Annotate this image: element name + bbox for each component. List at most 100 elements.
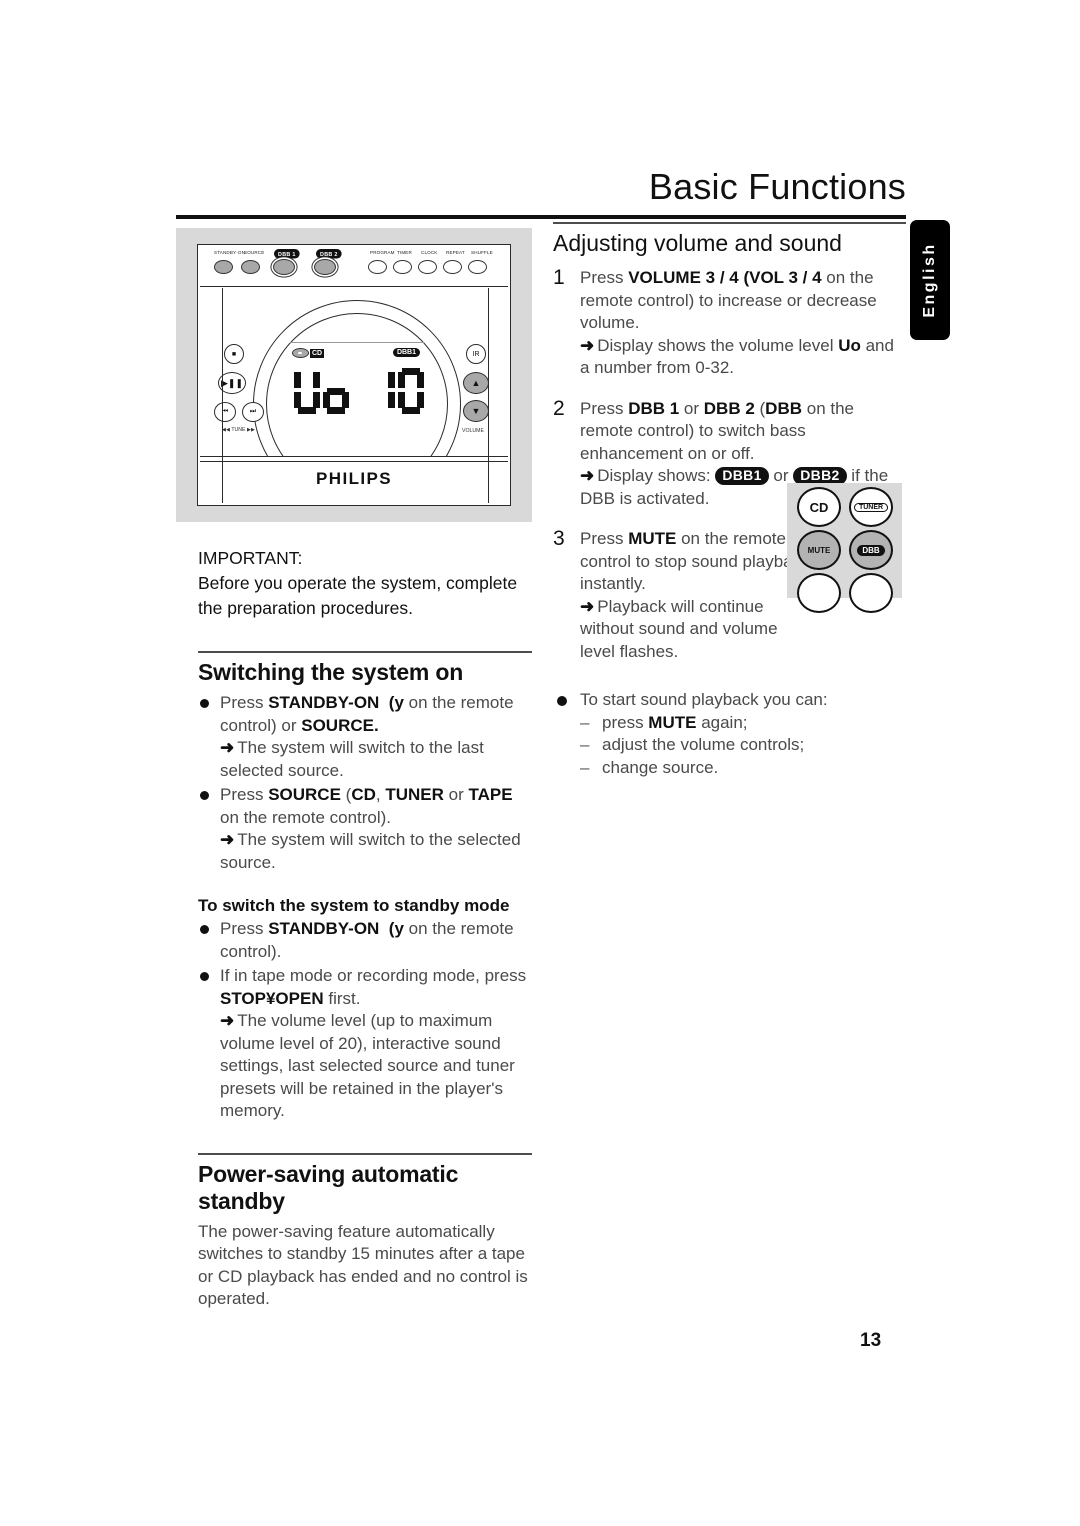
text-run: Display shows: [597,466,716,485]
heading-power-saving: Power-saving automatic standby [198,1160,459,1214]
lcd-seg-char-4 [398,368,424,414]
text-run: first. [323,988,361,1008]
text-run: ( [340,785,352,804]
unit-volume-down-button: ▼ [463,400,489,422]
unit-button-standby-on [214,260,233,274]
arrow-icon: ➜ [220,1011,235,1030]
unit-button-shuffle [468,260,487,274]
keyword-mute: MUTE [628,529,677,548]
left-column: STANDBY·ON SOURCE DBB 1 DBB 2 PROGRAM TI… [176,228,532,1311]
page-number: 13 [860,1330,882,1351]
unit-label-program: PROGRAM [370,250,395,256]
text-run: 3 / 4 ( [700,268,750,287]
unit-label-repeat: REPEAT [446,250,465,256]
unit-label-timer: TIMER [397,250,412,256]
unit-seam-right [488,288,490,456]
dash-icon: – [580,735,590,754]
section-rule-power-saving [198,1152,532,1155]
text-run: The system will switch to the last selec… [220,738,484,780]
text-run: , [375,785,386,804]
text-run: or [679,398,704,418]
unit-stop-button: ■ [224,344,244,364]
text-run: The system will switch to the selected s… [220,830,521,872]
lcd-source-label: CD [310,348,325,358]
text-run: ( [754,398,766,418]
standby-mode-content: Press STANDBY-ON (y on the remote contro… [176,918,532,1123]
text-run: Press [220,919,269,938]
step-number: 1 [553,266,565,289]
keyword-tape: TAPE [468,785,513,804]
text-run: change source. [602,757,719,777]
remote-dbb-button: DBB [849,530,893,570]
important-text: Before you operate the system, complete … [198,573,518,618]
unit-button-timer [393,260,412,274]
section-rule-adjusting-volume [553,222,906,224]
important-block: IMPORTANT: Before you operate the system… [176,546,532,621]
sub-list-item: – press MUTE again; [580,712,906,735]
heading-standby-mode: To switch the system to standby mode [198,896,510,915]
heading-adjusting-volume: Adjusting volume and sound [553,230,842,256]
keyword-dbb1: DBB 1 [628,398,680,418]
unit-label-dbb2: DBB 2 [316,249,342,259]
unit-label-clock: CLOCK [421,250,438,256]
step-number: 3 [553,527,565,550]
keyword-source: SOURCE. [301,715,379,735]
keyword-standby-on: STANDBY-ON [268,693,380,712]
text-run: Press [220,693,269,712]
badge-dbb1: DBB1 [715,467,769,485]
bullet-dot-icon [200,791,209,800]
text-run: press [602,712,649,732]
keyword-tuner: TUNER [385,785,444,804]
result-line: ➜ The system will switch to the selected … [198,829,532,874]
unit-button-source [241,260,260,274]
language-tab-label: English [921,242,938,318]
unit-previous-button: ⏮ [214,402,236,422]
dash-icon: – [580,757,590,777]
keyword-stop-open: STOP¥OPEN [220,988,324,1008]
remote-cd-label: CD [809,499,829,515]
important-heading: IMPORTANT: [198,548,303,568]
text-run: Press [580,529,629,548]
list-item: 1 Press VOLUME 3 / 4 (VOL 3 / 4 on the r… [553,266,906,380]
lcd-seg-char-2 [323,368,349,414]
remote-tuner-button: TUNER [849,487,893,527]
switching-on-content: Press STANDBY-ON ( y on the remote contro… [176,692,532,874]
remote-prev-button [797,573,841,613]
keyword-volume: VOLUME [628,268,701,287]
standby-symbol: y [394,693,404,712]
keyword-standby-on: STANDBY-ON [268,919,380,938]
arrow-icon: ➜ [220,830,235,849]
bullet-dot-icon [200,925,209,934]
unit-lower-seam-left [222,457,224,503]
product-illustration: STANDBY·ON SOURCE DBB 1 DBB 2 PROGRAM TI… [176,228,532,522]
bullet-dot-icon [200,972,209,981]
lcd-readout [294,364,424,418]
result-line: ➜ The volume level (up to maximum volume … [198,1010,532,1123]
unit-volume-up-button: ▲ [463,372,489,394]
dash-icon: – [580,712,590,732]
remote-dbb-label: DBB [857,544,885,556]
hifi-unit-front: STANDBY·ON SOURCE DBB 1 DBB 2 PROGRAM TI… [197,244,511,506]
text-run: 3 / 4 [783,268,822,287]
unit-ir-sensor-button: IR [466,344,486,364]
lcd-seg-char-1 [294,368,320,414]
text-run: on the remote control). [220,807,392,827]
step-number: 2 [553,396,565,420]
result-line: ➜ The system will switch to the last sele… [198,737,532,782]
keyword-dbb: DBB [765,398,803,418]
unit-button-clock [418,260,437,274]
brand-logo: PHILIPS [316,469,392,488]
lcd-seg-char-3 [369,368,395,414]
remote-mute-button: MUTE [797,530,841,570]
unit-seam-left [222,288,224,456]
unit-label-dbb1: DBB 1 [274,249,300,259]
unit-label-source: SOURCE [244,250,265,256]
result-line: ➜ Display shows the volume level Uo and a… [580,335,906,380]
text-run: or [443,785,469,804]
bullet-dot-icon [557,696,567,706]
unit-next-button: ⏭ [242,402,264,422]
text-run: Press [220,785,269,804]
unit-label-shuffle: SHUFFLE [471,250,493,256]
bullet-dot-icon [200,699,209,708]
list-item: Press STANDBY-ON (y on the remote contro… [198,692,532,737]
